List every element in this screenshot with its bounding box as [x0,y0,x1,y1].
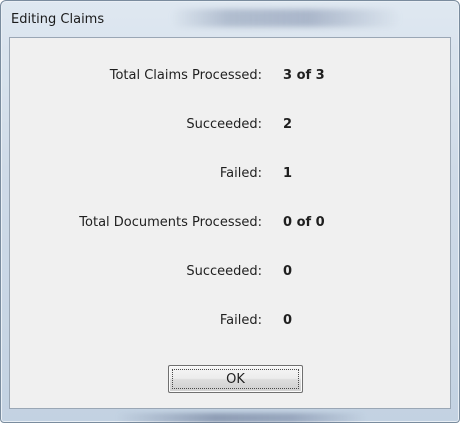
ok-button-label: OK [226,371,245,387]
dialog-content: Total Claims Processed: 3 of 3 Succeeded… [9,37,451,409]
total-documents-value: 0 of 0 [283,215,325,230]
total-claims-value: 3 of 3 [283,68,325,83]
blurred-bottom-region [116,413,366,423]
documents-failed-label: Failed: [219,313,262,328]
claims-succeeded-value: 2 [283,117,293,132]
documents-succeeded-label: Succeeded: [186,264,262,279]
documents-succeeded-value: 0 [283,264,293,279]
claims-succeeded-row: Succeeded: 2 [10,117,450,137]
total-claims-label: Total Claims Processed: [109,68,262,83]
total-documents-row: Total Documents Processed: 0 of 0 [10,215,450,235]
claims-succeeded-label: Succeeded: [186,117,262,132]
title-bar[interactable]: Editing Claims [1,1,459,33]
window-title: Editing Claims [11,12,105,27]
ok-button[interactable]: OK [168,365,303,393]
claims-failed-value: 1 [283,166,293,181]
documents-failed-row: Failed: 0 [10,313,450,333]
documents-failed-value: 0 [283,313,293,328]
total-documents-label: Total Documents Processed: [79,215,262,230]
total-claims-row: Total Claims Processed: 3 of 3 [10,68,450,88]
claims-failed-row: Failed: 1 [10,166,450,186]
blurred-title-region [171,9,401,27]
claims-failed-label: Failed: [219,166,262,181]
documents-succeeded-row: Succeeded: 0 [10,264,450,284]
editing-claims-dialog: Editing Claims Total Claims Processed: 3… [0,0,460,423]
